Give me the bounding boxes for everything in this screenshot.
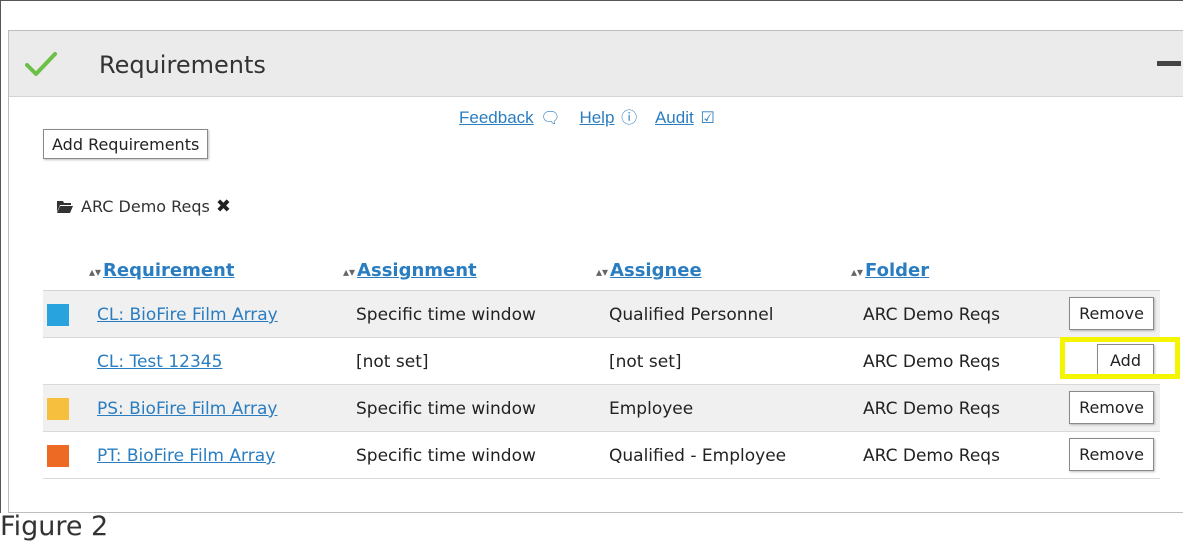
collapse-icon[interactable]	[1157, 61, 1181, 66]
color-swatch	[47, 398, 69, 420]
header-assignment-link[interactable]: Assignment	[357, 260, 477, 281]
folder-cell: ARC Demo Reqs	[863, 399, 1000, 419]
requirement-link[interactable]: CL: BioFire Film Array	[97, 305, 278, 325]
assignee-cell: Employee	[609, 399, 694, 419]
sort-icon: ▴▾	[596, 265, 609, 279]
header-requirement-link[interactable]: Requirement	[103, 260, 234, 281]
filter-label: ARC Demo Reqs	[81, 197, 210, 216]
requirement-link[interactable]: PS: BioFire Film Array	[97, 399, 277, 419]
header-folder-link[interactable]: Folder	[865, 260, 929, 281]
assignee-cell: Qualified Personnel	[609, 305, 774, 325]
folder-open-icon	[57, 201, 73, 213]
color-swatch	[47, 445, 69, 467]
add-requirements-button[interactable]: Add Requirements	[43, 129, 209, 159]
clipboard-check-icon: ☑	[700, 110, 715, 127]
header-assignment[interactable]: ▴▾ Assignment	[343, 260, 477, 281]
audit-link[interactable]: Audit	[655, 108, 694, 127]
assignee-cell: Qualified - Employee	[609, 446, 787, 466]
feedback-link[interactable]: Feedback	[459, 108, 534, 127]
comment-icon: 🗨︎	[540, 110, 561, 127]
header-folder[interactable]: ▴▾ Folder	[851, 260, 929, 281]
assignment-cell: Specific time window	[356, 446, 536, 466]
requirements-table: ▴▾ Requirement ▴▾ Assignment ▴▾ Assignee ▴▾…	[43, 251, 1160, 479]
remove-filter-icon[interactable]: ✖	[216, 196, 231, 217]
requirement-link[interactable]: CL: Test 12345	[97, 352, 222, 372]
requirements-panel: Requirements Feedback 🗨︎ Help ⓘ Audit ☑ …	[8, 30, 1183, 513]
table-row: PS: BioFire Film Array Specific time win…	[43, 385, 1160, 432]
add-button[interactable]: Add	[1097, 344, 1154, 377]
remove-button[interactable]: Remove	[1069, 391, 1154, 424]
table-row: PT: BioFire Film Array Specific time win…	[43, 432, 1160, 479]
assignee-cell: [not set]	[609, 352, 682, 372]
header-requirement[interactable]: ▴▾ Requirement	[89, 260, 234, 281]
panel-header[interactable]: Requirements	[9, 31, 1183, 97]
audit-label: Audit	[654, 108, 694, 127]
help-icon: ⓘ	[621, 110, 638, 127]
figure-caption: Figure 2	[0, 511, 109, 542]
color-swatch	[47, 304, 69, 326]
table-row: CL: BioFire Film Array Specific time win…	[43, 291, 1160, 338]
header-assignee-link[interactable]: Assignee	[610, 260, 702, 281]
sort-icon: ▴▾	[851, 265, 864, 279]
help-label: Help	[579, 108, 615, 127]
sort-icon: ▴▾	[89, 265, 102, 279]
help-links: Feedback 🗨︎ Help ⓘ Audit ☑	[459, 104, 715, 128]
header-assignee[interactable]: ▴▾ Assignee	[596, 260, 702, 281]
help-link[interactable]: Help	[579, 108, 614, 127]
checkmark-icon	[25, 52, 57, 76]
panel-title: Requirements	[99, 51, 266, 79]
folder-cell: ARC Demo Reqs	[863, 305, 1000, 325]
assignment-cell: Specific time window	[356, 399, 536, 419]
assignment-cell: [not set]	[356, 352, 429, 372]
table-row: CL: Test 12345 [not set] [not set] ARC D…	[43, 338, 1160, 385]
sort-icon: ▴▾	[343, 265, 356, 279]
table-header: ▴▾ Requirement ▴▾ Assignment ▴▾ Assignee ▴▾…	[43, 251, 1160, 291]
folder-cell: ARC Demo Reqs	[863, 352, 1000, 372]
folder-filter: ARC Demo Reqs ✖	[57, 196, 231, 217]
assignment-cell: Specific time window	[356, 305, 536, 325]
remove-button[interactable]: Remove	[1069, 297, 1154, 330]
folder-cell: ARC Demo Reqs	[863, 446, 1000, 466]
remove-button[interactable]: Remove	[1069, 438, 1154, 471]
requirement-link[interactable]: PT: BioFire Film Array	[97, 446, 275, 466]
feedback-label: Feedback	[459, 108, 534, 127]
